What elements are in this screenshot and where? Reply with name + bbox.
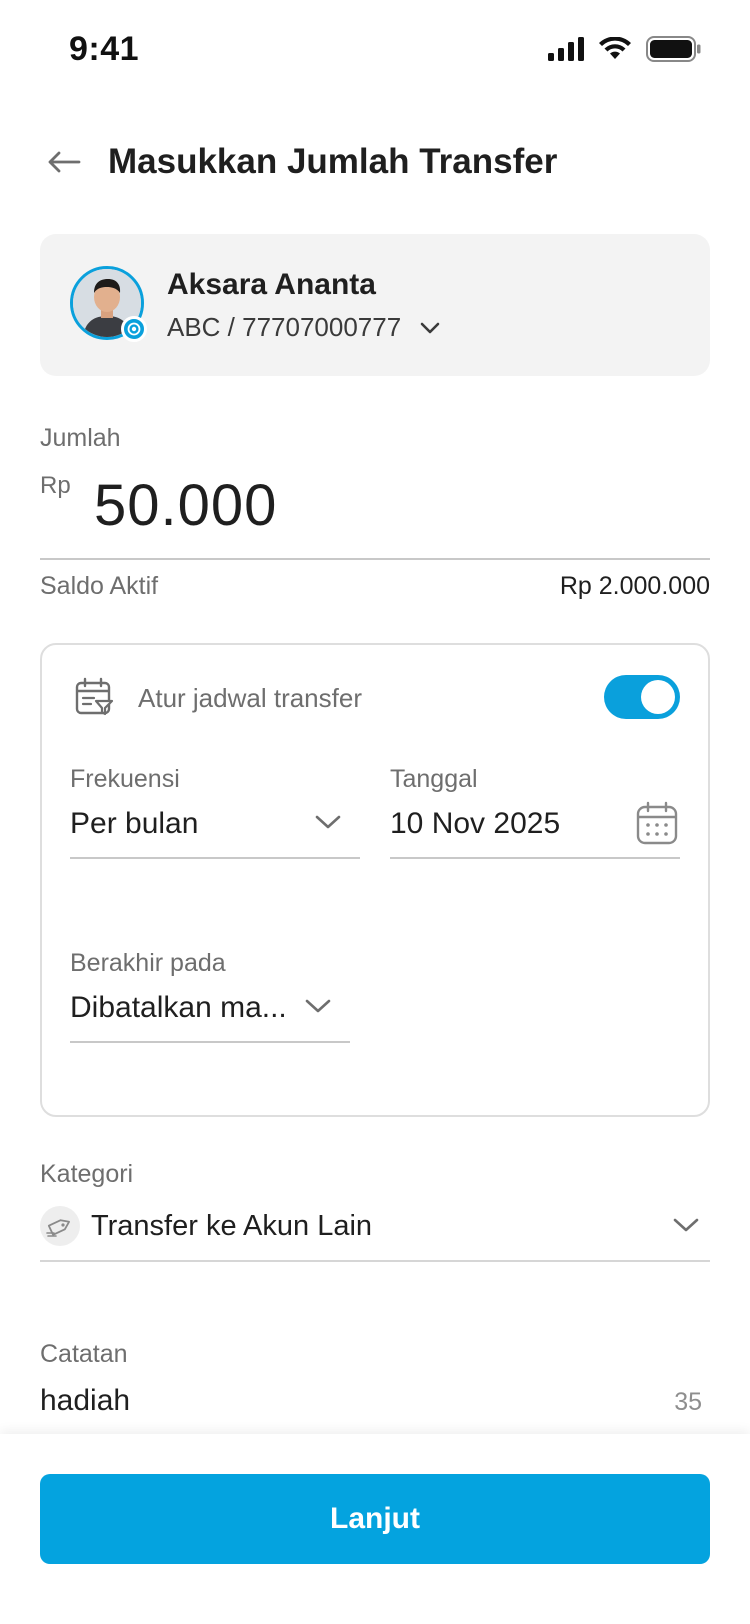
amount-input[interactable]: 50.000 — [94, 472, 277, 539]
battery-icon — [646, 36, 701, 62]
schedule-toggle[interactable] — [604, 675, 680, 719]
currency-label: Rp — [40, 472, 71, 499]
next-button[interactable]: Lanjut — [40, 1474, 710, 1564]
cellular-signal-icon — [548, 37, 584, 61]
notes-label: Catatan — [40, 1340, 128, 1368]
date-label: Tanggal — [390, 765, 478, 793]
wifi-icon — [599, 37, 631, 59]
chevron-down-icon — [420, 322, 440, 333]
category-transfer-icon — [40, 1206, 80, 1246]
page-title: Masukkan Jumlah Transfer — [108, 142, 558, 181]
balance-value: Rp 2.000.000 — [559, 572, 710, 600]
date-value[interactable]: 10 Nov 2025 — [390, 807, 560, 841]
schedule-calendar-icon — [74, 677, 114, 722]
amount-underline — [40, 558, 710, 560]
frequency-chevron-down-icon[interactable] — [314, 813, 342, 831]
frequency-underline — [70, 857, 360, 859]
schedule-card: Atur jadwal transfer Frekuensi Per bulan… — [40, 643, 710, 1117]
calendar-icon[interactable] — [636, 801, 678, 845]
arrow-left-icon — [48, 151, 81, 173]
bank-badge-icon — [121, 316, 147, 342]
toggle-knob — [641, 680, 675, 714]
recipient-name: Aksara Ananta — [167, 268, 376, 301]
ends-on-label: Berakhir pada — [70, 949, 226, 977]
notes-input[interactable]: hadiah — [40, 1384, 130, 1418]
balance-label: Saldo Aktif — [40, 572, 159, 600]
category-underline — [40, 1260, 710, 1262]
status-time: 9:41 — [69, 30, 140, 68]
recipient-card[interactable]: Aksara Ananta ABC / 77707000777 — [40, 234, 710, 376]
ends-on-value[interactable]: Dibatalkan ma... — [70, 991, 287, 1025]
frequency-value[interactable]: Per bulan — [70, 807, 198, 841]
back-button[interactable] — [44, 142, 84, 182]
category-chevron-down-icon[interactable] — [672, 1216, 700, 1234]
category-label: Kategori — [40, 1160, 134, 1188]
category-value[interactable]: Transfer ke Akun Lain — [91, 1210, 372, 1243]
ends-on-underline — [70, 1041, 350, 1043]
frequency-label: Frekuensi — [70, 765, 180, 793]
status-bar: 9:41 — [0, 0, 750, 100]
amount-label: Jumlah — [40, 424, 121, 452]
notes-char-count: 35 — [674, 1388, 702, 1416]
schedule-label: Atur jadwal transfer — [138, 683, 362, 713]
date-underline — [390, 857, 680, 859]
status-icons — [548, 36, 702, 62]
recipient-account-selector[interactable]: ABC / 77707000777 — [167, 312, 441, 343]
bottom-bar: Lanjut — [0, 1434, 750, 1624]
header: Masukkan Jumlah Transfer — [0, 130, 750, 200]
ends-on-chevron-down-icon[interactable] — [304, 997, 332, 1015]
recipient-account: ABC / 77707000777 — [167, 312, 402, 342]
